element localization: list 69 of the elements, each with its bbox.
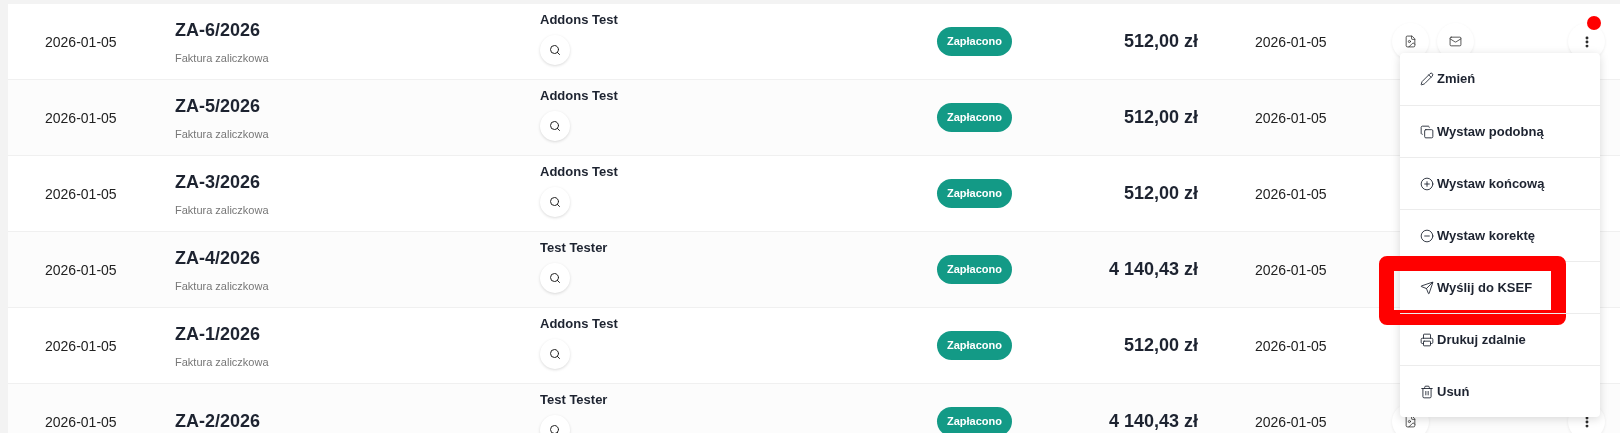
invoice-type: Faktura zaliczkowa (175, 278, 269, 294)
menu-item[interactable]: Wystaw końcową (1420, 173, 1545, 194)
menu-item[interactable]: Usuń (1420, 381, 1470, 402)
invoice-number[interactable]: ZA-5/2026 (175, 92, 261, 120)
issue-date: 2026-01-05 (45, 337, 117, 354)
search-icon (549, 196, 561, 209)
client-name: Addons Test (540, 162, 618, 181)
menu-item[interactable]: Zmień (1420, 69, 1476, 89)
invoice-number[interactable]: ZA-2/2026 (175, 408, 261, 433)
pencil-icon (1420, 72, 1434, 86)
status-badge: Zapłacono (937, 255, 1012, 284)
due-date: 2026-01-05 (1255, 185, 1327, 202)
status-badge: Zapłacono (937, 331, 1012, 360)
search-icon (549, 120, 561, 133)
send-icon (1420, 280, 1434, 295)
document-icon (1404, 35, 1417, 48)
amount: 4 140,43 zł (1108, 259, 1198, 279)
minus-circle-icon (1420, 228, 1434, 243)
amount: 4 140,43 zł (1108, 411, 1198, 431)
issue-date: 2026-01-05 (45, 185, 117, 202)
status-badge: Zapłacono (937, 103, 1012, 132)
menu-item[interactable]: Wystaw korektę (1420, 225, 1536, 246)
due-date: 2026-01-05 (1255, 261, 1327, 278)
search-icon (549, 44, 561, 57)
client-name: Test Tester (540, 238, 608, 257)
invoice-number[interactable]: ZA-3/2026 (175, 168, 261, 196)
due-date: 2026-01-05 (1255, 413, 1327, 430)
amount: 512,00 zł (1123, 335, 1198, 355)
due-date: 2026-01-05 (1255, 33, 1327, 50)
amount: 512,00 zł (1123, 183, 1198, 203)
status-badge: Zapłacono (937, 407, 1012, 433)
invoice-number[interactable]: ZA-6/2026 (175, 16, 261, 44)
menu-item[interactable]: Wystaw podobną (1420, 121, 1544, 142)
client-name: Test Tester (540, 390, 608, 409)
search-button[interactable] (540, 35, 570, 66)
client-name: Addons Test (540, 86, 618, 105)
issue-date: 2026-01-05 (45, 261, 117, 278)
invoice-type: Faktura zaliczkowa (175, 50, 269, 66)
invoice-number[interactable]: ZA-4/2026 (175, 244, 261, 272)
mail-icon (1449, 35, 1462, 48)
status-badge: Zapłacono (937, 27, 1012, 56)
invoice-type: Faktura zaliczkowa (175, 202, 269, 218)
search-button[interactable] (540, 339, 570, 370)
search-button[interactable] (540, 111, 570, 142)
plus-circle-icon (1420, 176, 1434, 191)
client-name: Addons Test (540, 10, 618, 29)
copy-icon (1420, 124, 1434, 139)
issue-date: 2026-01-05 (45, 33, 117, 50)
amount: 512,00 zł (1123, 31, 1198, 51)
due-date: 2026-01-05 (1255, 109, 1327, 126)
invoice-number[interactable]: ZA-1/2026 (175, 320, 261, 348)
search-button[interactable] (540, 187, 570, 218)
search-icon (549, 272, 561, 285)
status-badge: Zapłacono (937, 179, 1012, 208)
trash-icon (1420, 384, 1434, 399)
issue-date: 2026-01-05 (45, 413, 117, 430)
issue-date: 2026-01-05 (45, 109, 117, 126)
amount: 512,00 zł (1123, 107, 1198, 127)
due-date: 2026-01-05 (1255, 337, 1327, 354)
client-name: Addons Test (540, 314, 618, 333)
document-icon (1404, 415, 1417, 428)
search-icon (549, 424, 561, 433)
invoice-type: Faktura zaliczkowa (175, 126, 269, 142)
search-button[interactable] (540, 263, 570, 294)
menu-item[interactable]: Drukuj zdalnie (1420, 329, 1526, 350)
printer-icon (1420, 332, 1434, 347)
search-icon (549, 348, 561, 361)
menu-item[interactable]: Wyślij do KSEF (1420, 277, 1533, 298)
invoice-type: Faktura zaliczkowa (175, 354, 269, 370)
